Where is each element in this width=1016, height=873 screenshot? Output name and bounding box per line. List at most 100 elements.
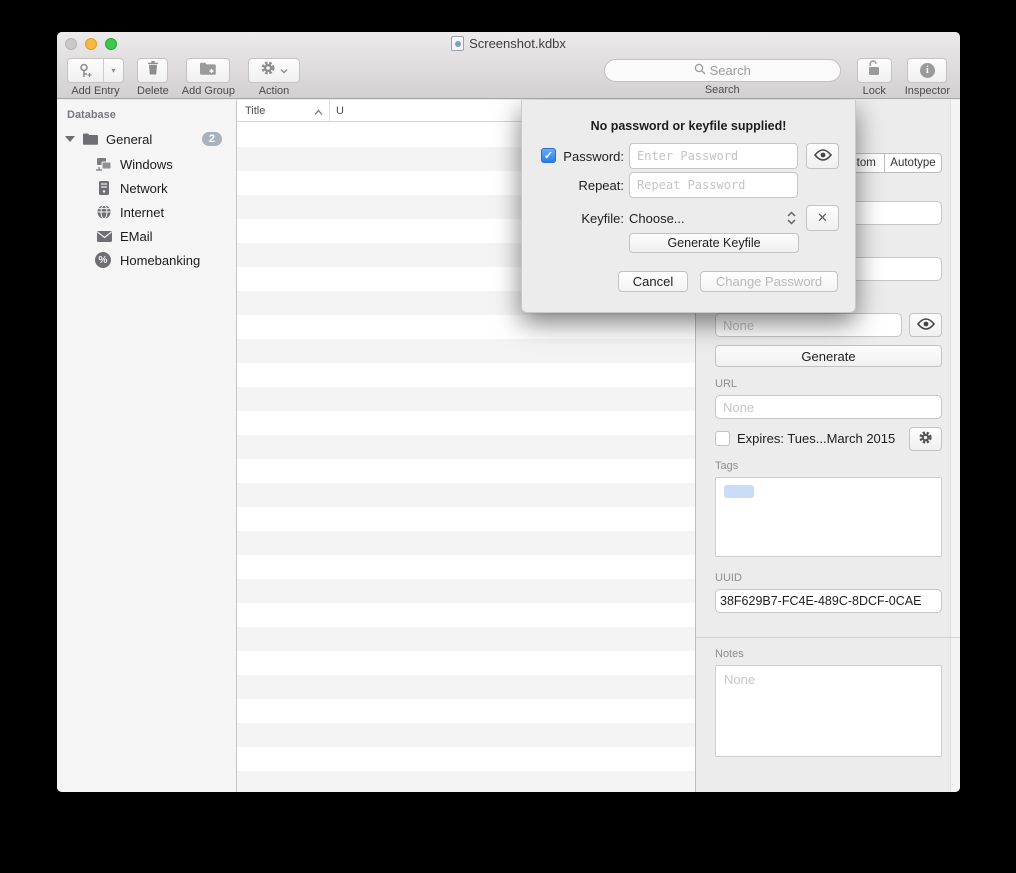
toolbar-item-action: Action (248, 58, 300, 97)
toolbar-item-delete: Delete (137, 58, 169, 97)
sidebar-item-internet[interactable]: Internet (57, 201, 236, 223)
expires-label: Expires: Tues...March 2015 (737, 431, 895, 446)
change-password-dialog: No password or keyfile supplied! ✓ Passw… (521, 100, 856, 313)
notes-placeholder: None (724, 672, 755, 687)
search-placeholder: Search (710, 63, 751, 78)
trash-icon (146, 60, 160, 81)
sidebar-item-label: EMail (120, 229, 153, 244)
password-field[interactable] (715, 313, 902, 337)
toolbar-item-search: Search Search (604, 58, 841, 96)
inspector-separator (696, 637, 960, 638)
reveal-password-button[interactable] (806, 143, 839, 169)
add-entry-button[interactable]: ▾ (67, 58, 124, 83)
sidebar-item-network[interactable]: Network (57, 177, 236, 199)
uuid-label: UUID (715, 572, 742, 584)
add-group-label: Add Group (182, 85, 235, 97)
repeat-input[interactable] (629, 172, 798, 198)
sidebar: Database General 2 Windows Network (57, 100, 237, 792)
delete-label: Delete (137, 85, 169, 97)
percent-icon: % (95, 252, 111, 268)
gear-icon (260, 60, 276, 81)
generate-keyfile-button[interactable]: Generate Keyfile (629, 233, 799, 253)
windows-icon (95, 155, 113, 173)
chevron-down-icon (280, 66, 288, 76)
gear-icon (918, 430, 933, 448)
action-label: Action (259, 85, 290, 97)
document-icon (451, 36, 464, 51)
toolbar-item-add-entry: ▾ Add Entry (67, 58, 124, 97)
sidebar-section-header: Database (67, 109, 116, 121)
toolbar-item-add-group: Add Group (182, 58, 235, 97)
notes-field[interactable]: None (715, 665, 942, 757)
folder-plus-icon (199, 61, 217, 81)
url-label: URL (715, 378, 737, 390)
sidebar-item-label: General (106, 132, 152, 147)
unlock-icon (867, 60, 881, 81)
disclosure-triangle-icon[interactable] (65, 136, 75, 142)
stepper-icon[interactable] (786, 210, 797, 229)
search-icon (694, 63, 706, 78)
globe-icon (95, 203, 113, 221)
sidebar-item-windows[interactable]: Windows (57, 153, 236, 175)
tags-field[interactable] (715, 477, 942, 557)
envelope-icon (95, 227, 113, 245)
expires-settings-button[interactable] (909, 427, 942, 451)
keyfile-popup[interactable]: Choose... (629, 211, 685, 226)
column-header-title[interactable]: Title (237, 100, 330, 121)
expires-checkbox[interactable] (715, 431, 730, 446)
action-button[interactable] (248, 58, 300, 83)
add-entry-label: Add Entry (71, 85, 119, 97)
info-icon: i (920, 63, 935, 78)
close-icon: ✕ (817, 210, 828, 226)
url-field[interactable] (715, 395, 942, 419)
toolbar: ▾ Add Entry Delete Add Group (57, 56, 960, 99)
toolbar-item-lock: Lock (857, 58, 892, 97)
inspector-button[interactable]: i (907, 58, 947, 83)
sidebar-item-email[interactable]: EMail (57, 225, 236, 247)
sidebar-item-homebanking[interactable]: % Homebanking (57, 249, 236, 271)
password-input[interactable] (629, 143, 798, 169)
keyfile-label: Keyfile: (528, 211, 624, 226)
inspector-label: Inspector (905, 85, 950, 97)
content-area: Database General 2 Windows Network (57, 100, 960, 792)
cancel-button[interactable]: Cancel (618, 271, 688, 292)
tag-token[interactable] (724, 485, 754, 498)
key-plus-icon (68, 59, 104, 82)
tab-autotype[interactable]: Autotype (885, 154, 941, 172)
uuid-field[interactable] (715, 589, 942, 613)
entry-list: Title U No password or keyfile supplied!… (237, 100, 695, 792)
lock-button[interactable] (857, 58, 892, 83)
notes-label: Notes (715, 648, 744, 660)
window-header: Screenshot.kdbx ▾ Add Entry Delete (57, 32, 960, 99)
window-title: Screenshot.kdbx (57, 36, 960, 51)
clear-keyfile-button[interactable]: ✕ (806, 205, 839, 231)
sidebar-item-label: Internet (120, 205, 164, 220)
sort-ascending-icon (314, 107, 323, 119)
sidebar-item-label: Homebanking (120, 253, 200, 268)
folder-icon (81, 130, 99, 148)
entry-count-badge: 2 (202, 132, 222, 146)
dialog-message: No password or keyfile supplied! (522, 119, 855, 133)
repeat-label: Repeat: (528, 178, 624, 193)
search-input[interactable]: Search (604, 59, 841, 82)
eye-icon (917, 318, 935, 333)
inspector-scrollbar[interactable] (950, 100, 960, 792)
server-icon (95, 179, 113, 197)
add-group-button[interactable] (186, 58, 230, 83)
sidebar-item-label: Windows (120, 157, 173, 172)
sidebar-item-label: Network (120, 181, 168, 196)
sidebar-item-general[interactable]: General 2 (57, 128, 236, 150)
delete-button[interactable] (137, 58, 168, 83)
column-header-username[interactable]: U (330, 105, 344, 117)
change-password-button[interactable]: Change Password (700, 271, 838, 292)
app-window: Screenshot.kdbx ▾ Add Entry Delete (57, 32, 960, 792)
eye-icon (814, 149, 832, 164)
reveal-password-button[interactable] (909, 313, 942, 337)
lock-label: Lock (863, 85, 886, 97)
search-label: Search (705, 84, 740, 96)
toolbar-item-inspector: i Inspector (905, 58, 950, 97)
add-entry-dropdown-icon[interactable]: ▾ (104, 59, 123, 82)
generate-button[interactable]: Generate (715, 345, 942, 367)
expires-row: Expires: Tues...March 2015 (715, 431, 895, 446)
tags-label: Tags (715, 460, 738, 472)
